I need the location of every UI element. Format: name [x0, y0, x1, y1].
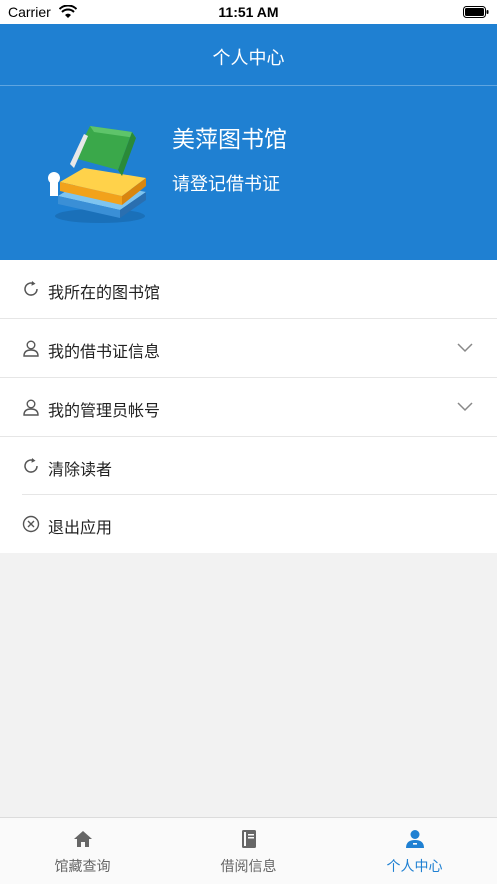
battery-icon [463, 6, 489, 18]
menu-item-label: 退出应用 [48, 518, 113, 537]
settings-menu: 我所在的图书馆 我的借书证信息 我的管理员帐号 清除读者 退出应用 [0, 260, 497, 553]
user-icon [23, 340, 39, 357]
chevron-down-icon [457, 402, 473, 412]
register-card-link[interactable]: 请登记借书证 [172, 170, 280, 196]
tab-personal-center[interactable]: 个人中心 [332, 818, 497, 884]
menu-item-card-info[interactable]: 我的借书证信息 [0, 319, 497, 378]
tab-label: 借阅信息 [220, 859, 277, 875]
library-books-logo [48, 126, 146, 223]
user-icon [23, 399, 39, 416]
close-circle-icon [22, 515, 40, 533]
tab-borrow-info[interactable]: 借阅信息 [166, 818, 331, 884]
menu-item-label: 我的借书证信息 [48, 342, 161, 361]
refresh-icon [24, 458, 38, 473]
menu-item-admin-account[interactable]: 我的管理员帐号 [0, 378, 497, 437]
home-icon [74, 831, 92, 847]
menu-item-label: 我所在的图书馆 [48, 283, 161, 302]
tab-label: 馆藏查询 [54, 859, 111, 875]
menu-item-exit-app[interactable]: 退出应用 [0, 495, 497, 553]
library-name: 美萍图书馆 [172, 127, 287, 153]
menu-item-clear-reader[interactable]: 清除读者 [0, 437, 497, 495]
profile-header: 美萍图书馆 请登记借书证 [0, 86, 497, 260]
refresh-icon [24, 281, 38, 296]
status-bar: Carrier 11:51 AM [0, 0, 497, 24]
chevron-down-icon [457, 343, 473, 353]
book-icon [242, 830, 256, 848]
clock: 11:51 AM [218, 4, 279, 20]
navigation-bar: 个人中心 [0, 24, 497, 86]
menu-item-label: 我的管理员帐号 [48, 401, 161, 420]
tab-collection-search[interactable]: 馆藏查询 [0, 818, 165, 884]
page-title: 个人中心 [212, 48, 285, 69]
tab-label: 个人中心 [386, 859, 443, 875]
menu-item-my-library[interactable]: 我所在的图书馆 [0, 260, 497, 319]
menu-item-label: 清除读者 [48, 460, 113, 479]
person-icon [406, 830, 424, 848]
tab-bar: 馆藏查询 借阅信息 个人中心 [0, 817, 497, 884]
